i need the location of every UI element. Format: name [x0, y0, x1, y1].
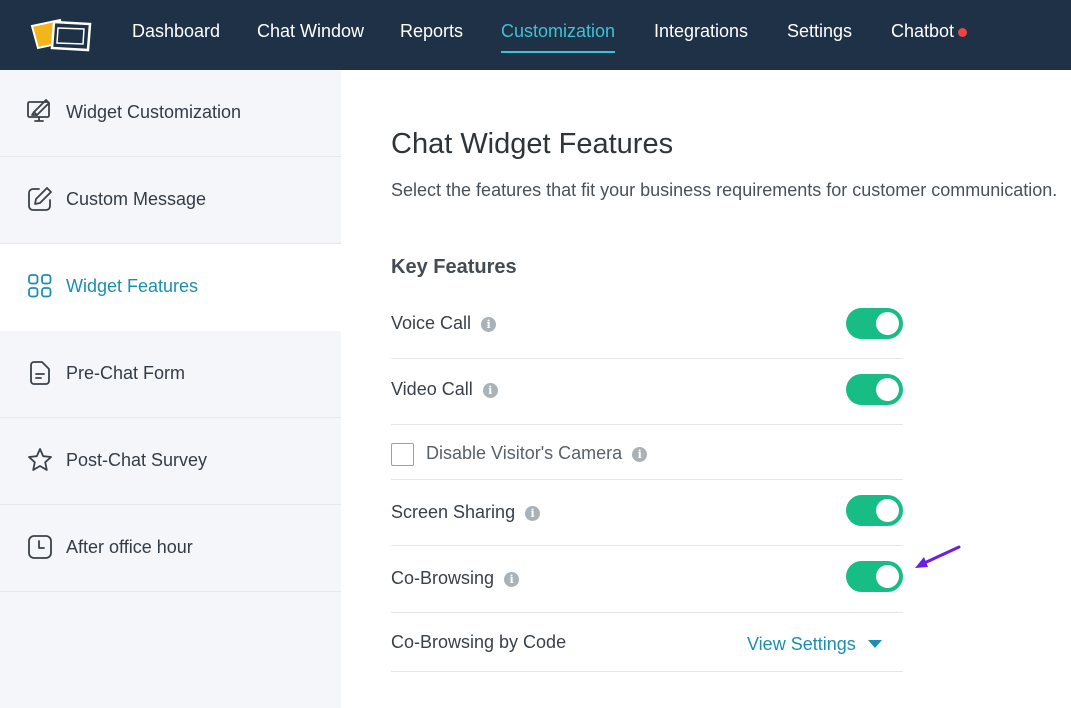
edit-icon [28, 187, 52, 211]
monitor-brush-icon [27, 99, 50, 122]
voice-call-toggle[interactable] [846, 308, 903, 339]
sidebar-item-label: Pre-Chat Form [66, 363, 186, 383]
nav-dashboard[interactable]: Dashboard [132, 0, 220, 70]
top-navbar: Dashboard Chat Window Reports Customizat… [0, 0, 1071, 70]
sidebar-item-custom-message[interactable]: Custom Message [0, 157, 341, 244]
nav-chatbot-label: Chatbot [891, 21, 955, 41]
view-settings-label: View Settings [747, 634, 856, 654]
section-title-key-features: Key Features [391, 256, 517, 278]
clock-icon [28, 535, 52, 559]
page-title: Chat Widget Features [391, 128, 674, 160]
feature-label: Co-Browsing i [391, 568, 520, 589]
feature-row-voice-call: Voice Call i [391, 292, 903, 359]
nav-integrations[interactable]: Integrations [654, 0, 748, 70]
sidebar-item-label: Widget Customization [66, 102, 242, 122]
sidebar-item-post-chat-survey[interactable]: Post-Chat Survey [0, 418, 341, 505]
page-subtitle: Select the features that fit your busine… [391, 180, 1058, 200]
sidebar: Widget Customization Custom Message Widg… [0, 70, 341, 708]
co-browsing-toggle[interactable] [846, 561, 903, 592]
view-settings-link[interactable]: View Settings [747, 634, 882, 655]
caret-down-icon [867, 640, 882, 648]
feature-row-screen-sharing: Screen Sharing i [391, 480, 903, 546]
feature-label-text: Co-Browsing [391, 568, 495, 588]
toggle-knob [876, 565, 899, 588]
info-icon[interactable]: i [632, 447, 648, 462]
feature-row-disable-camera: Disable Visitor's Camera i [391, 425, 903, 480]
screen-sharing-toggle[interactable] [846, 495, 903, 526]
feature-row-co-browsing-code: Co-Browsing by Code View Settings [391, 613, 903, 672]
annotation-arrow-icon [915, 545, 961, 568]
grid-icon [28, 274, 52, 298]
video-call-toggle[interactable] [846, 374, 903, 405]
star-icon [28, 448, 52, 471]
disable-camera-checkbox[interactable] [391, 443, 414, 466]
feature-label-text: Disable Visitor's Camera [426, 443, 623, 463]
logo-icon[interactable] [30, 14, 96, 54]
sidebar-item-label: Post-Chat Survey [66, 450, 208, 470]
nav-settings[interactable]: Settings [787, 0, 852, 70]
feature-label-text: Screen Sharing [391, 502, 516, 522]
info-icon[interactable]: i [525, 506, 541, 521]
info-icon[interactable]: i [504, 572, 520, 587]
feature-label-text: Video Call [391, 379, 473, 399]
feature-row-video-call: Video Call i [391, 359, 903, 425]
document-icon [30, 361, 50, 385]
feature-label: Co-Browsing by Code [391, 632, 567, 652]
sidebar-item-label: Widget Features [66, 276, 199, 296]
sidebar-item-label: Custom Message [66, 189, 207, 209]
info-icon[interactable]: i [481, 317, 497, 332]
notification-dot [958, 28, 968, 37]
nav-customization[interactable]: Customization [501, 0, 616, 70]
sidebar-item-after-office-hour[interactable]: After office hour [0, 505, 341, 592]
toggle-knob [876, 499, 899, 522]
feature-label-text: Voice Call [391, 313, 472, 333]
nav-reports[interactable]: Reports [400, 0, 463, 70]
info-icon[interactable]: i [482, 383, 498, 398]
feature-label: Video Call i [391, 379, 498, 400]
sidebar-item-widget-features[interactable]: Widget Features [0, 244, 341, 331]
sidebar-item-widget-customization[interactable]: Widget Customization [0, 70, 341, 157]
toggle-knob [876, 378, 899, 401]
sidebar-item-pre-chat-form[interactable]: Pre-Chat Form [0, 331, 341, 418]
feature-label: Voice Call i [391, 313, 497, 334]
feature-label: Disable Visitor's Camera i [426, 443, 648, 464]
feature-label: Screen Sharing i [391, 502, 541, 523]
feature-row-co-browsing: Co-Browsing i [391, 546, 903, 613]
toggle-knob [876, 312, 899, 335]
nav-chatbot[interactable]: Chatbot [891, 0, 968, 70]
sidebar-item-label: After office hour [66, 537, 193, 557]
nav-chat-window[interactable]: Chat Window [257, 0, 364, 70]
